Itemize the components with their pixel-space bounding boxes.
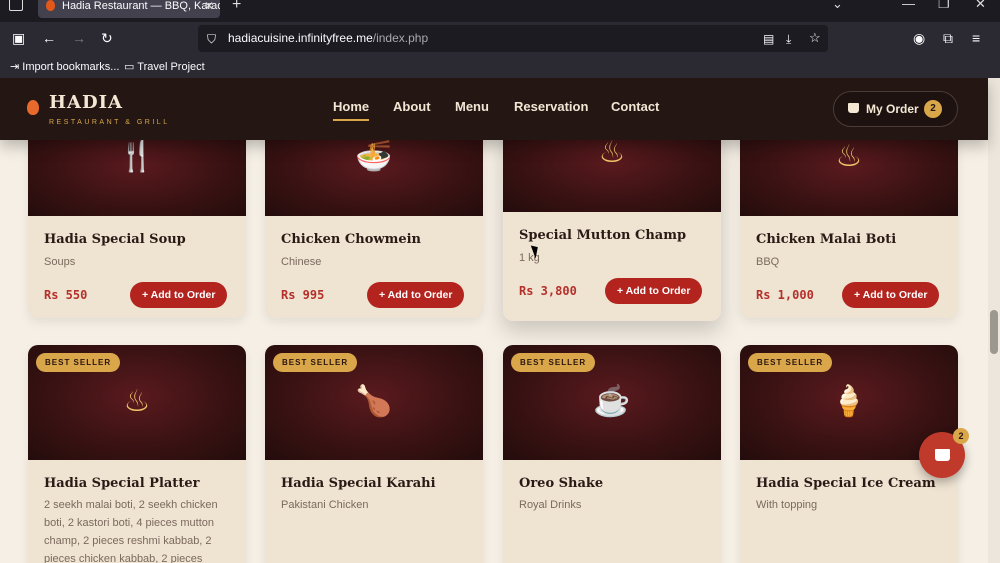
close-window-icon[interactable]: ✕ (975, 0, 986, 12)
card-category: BBQ (756, 256, 780, 268)
nav-about[interactable]: About (393, 99, 431, 114)
nav-reservation[interactable]: Reservation (514, 99, 588, 114)
bookmark-import-label: Import bookmarks... (22, 61, 120, 73)
bookmark-folder-travel[interactable]: ▭ Travel Project (124, 60, 205, 74)
minimize-window-icon[interactable]: — (902, 0, 915, 11)
best-seller-badge: BEST SELLER (511, 353, 596, 372)
url-path: /index.php (372, 31, 429, 45)
browser-tab-strip: Hadia Restaurant — BBQ, Karachi ✕ + ⌄ — … (0, 0, 1000, 22)
card-price: Rs 995 (281, 288, 325, 302)
site-security-shield-icon[interactable]: ⛉ (207, 31, 216, 47)
add-to-order-button[interactable]: + Add to Order (605, 278, 703, 304)
new-tab-button[interactable]: + (232, 0, 241, 14)
menu-card: 🍴 Hadia Special Soup Soups Rs 550 + Add … (28, 126, 246, 318)
cart-count-badge: 2 (953, 428, 969, 444)
url-host: hadiacuisine.infinityfree.me (228, 31, 373, 45)
bowl-icon: 🍜 (355, 140, 393, 173)
add-to-order-button[interactable]: + Add to Order (130, 282, 228, 308)
address-bar[interactable]: ⛉ hadiacuisine.infinityfree.me/index.php… (198, 25, 828, 52)
card-category: Pakistani Chicken (281, 499, 369, 511)
card-image: BEST SELLER ☕ (503, 345, 721, 460)
order-count-badge: 2 (924, 100, 942, 118)
card-title: Oreo Shake (519, 476, 604, 491)
mug-icon: ☕ (593, 385, 631, 418)
card-title: Chicken Chowmein (281, 232, 421, 247)
cutlery-icon: 🍴 (118, 140, 156, 173)
best-seller-badge: BEST SELLER (748, 353, 833, 372)
card-category: Soups (44, 256, 76, 268)
reload-icon[interactable]: ↻ (101, 30, 113, 46)
card-price: Rs 3,800 (519, 284, 577, 298)
tab-title: Hadia Restaurant — BBQ, Karachi (62, 0, 220, 12)
my-order-label: My Order (866, 102, 919, 116)
menu-card: 🍜 Chicken Chowmein Chinese Rs 995 + Add … (265, 126, 483, 318)
menu-card: BEST SELLER ♨ Hadia Special Platter 2 se… (28, 345, 246, 563)
card-image: BEST SELLER ♨ (28, 345, 246, 460)
logo-title[interactable]: HADIA (49, 92, 123, 113)
grill-icon: ♨ (598, 136, 626, 169)
browser-tab[interactable]: Hadia Restaurant — BBQ, Karachi ✕ (38, 0, 220, 18)
tab-list-chevron-icon[interactable]: ⌄ (832, 0, 843, 12)
my-order-button[interactable]: My Order 2 (833, 91, 958, 127)
grill-icon: ♨ (123, 385, 151, 418)
ice-cream-icon: 🍦 (830, 385, 868, 418)
card-title: Chicken Malai Boti (756, 232, 897, 247)
page-scrollbar-thumb[interactable] (990, 310, 998, 354)
save-page-icon[interactable]: ⤓ (786, 31, 791, 47)
menu-card: ♨ Chicken Malai Boti BBQ Rs 1,000 + Add … (740, 126, 958, 318)
add-to-order-button[interactable]: + Add to Order (367, 282, 465, 308)
page-viewport: HADIA RESTAURANT & GRILL Home About Menu… (0, 78, 1000, 563)
best-seller-badge: BEST SELLER (273, 353, 358, 372)
card-title: Hadia Special Platter (44, 476, 200, 491)
card-description: 2 seekh malai boti, 2 seekh chicken boti… (44, 499, 218, 563)
menu-hamburger-icon[interactable]: ≡ (972, 30, 980, 46)
shopping-bag-icon (935, 449, 950, 461)
card-image: BEST SELLER 🍗 (265, 345, 483, 460)
floating-cart-button[interactable]: 2 (919, 428, 969, 478)
card-category: Chinese (281, 256, 322, 268)
grill-icon: ♨ (835, 140, 863, 173)
menu-card: BEST SELLER 🍗 Hadia Special Karahi Pakis… (265, 345, 483, 563)
flame-favicon-icon (46, 0, 55, 11)
url-text: hadiacuisine.infinityfree.me/index.php (228, 25, 428, 52)
site-header: HADIA RESTAURANT & GRILL Home About Menu… (0, 78, 988, 140)
card-price: Rs 550 (44, 288, 88, 302)
card-title: Special Mutton Champ (519, 228, 687, 243)
forward-arrow-icon[interactable]: → (72, 30, 86, 46)
account-icon[interactable]: ◉ (913, 30, 925, 46)
best-seller-badge: BEST SELLER (36, 353, 121, 372)
card-price: Rs 1,000 (756, 288, 814, 302)
flame-logo-icon (27, 100, 39, 115)
nav-contact[interactable]: Contact (611, 99, 659, 114)
bookmark-star-icon[interactable]: ☆ (809, 30, 821, 46)
extensions-icon[interactable]: ⧉ (943, 30, 953, 46)
logo-subtitle: RESTAURANT & GRILL (49, 119, 170, 126)
drumstick-icon: 🍗 (355, 385, 393, 418)
bookmark-folder-label: Travel Project (137, 61, 205, 73)
nav-home[interactable]: Home (333, 99, 370, 121)
back-arrow-icon[interactable]: ← (42, 30, 56, 46)
card-category: With topping (756, 499, 818, 511)
close-tab-icon[interactable]: ✕ (204, 0, 214, 18)
reader-view-icon[interactable]: ▤ (763, 31, 774, 47)
card-title: Hadia Special Soup (44, 232, 186, 247)
tab-overview-icon[interactable] (9, 0, 23, 11)
card-category: Royal Drinks (519, 499, 582, 511)
shopping-bag-icon (848, 103, 859, 113)
menu-card: BEST SELLER ☕ Oreo Shake Royal Drinks (503, 345, 721, 563)
bookmarks-bar: ⇥ Import bookmarks... ▭ Travel Project (0, 56, 1000, 78)
add-to-order-button[interactable]: + Add to Order (842, 282, 940, 308)
bookmark-import[interactable]: ⇥ Import bookmarks... (10, 60, 119, 74)
card-title: Hadia Special Karahi (281, 476, 436, 491)
restore-window-icon[interactable]: ❐ (938, 0, 950, 12)
card-title: Hadia Special Ice Cream (756, 476, 936, 491)
nav-menu[interactable]: Menu (455, 99, 489, 114)
browser-toolbar: ▣ ← → ↻ ⛉ hadiacuisine.infinityfree.me/i… (0, 22, 1000, 56)
menu-card-hovered: ♨ Special Mutton Champ 1 kg Rs 3,800 + A… (503, 122, 721, 321)
sidebar-toggle-icon[interactable]: ▣ (12, 30, 25, 46)
